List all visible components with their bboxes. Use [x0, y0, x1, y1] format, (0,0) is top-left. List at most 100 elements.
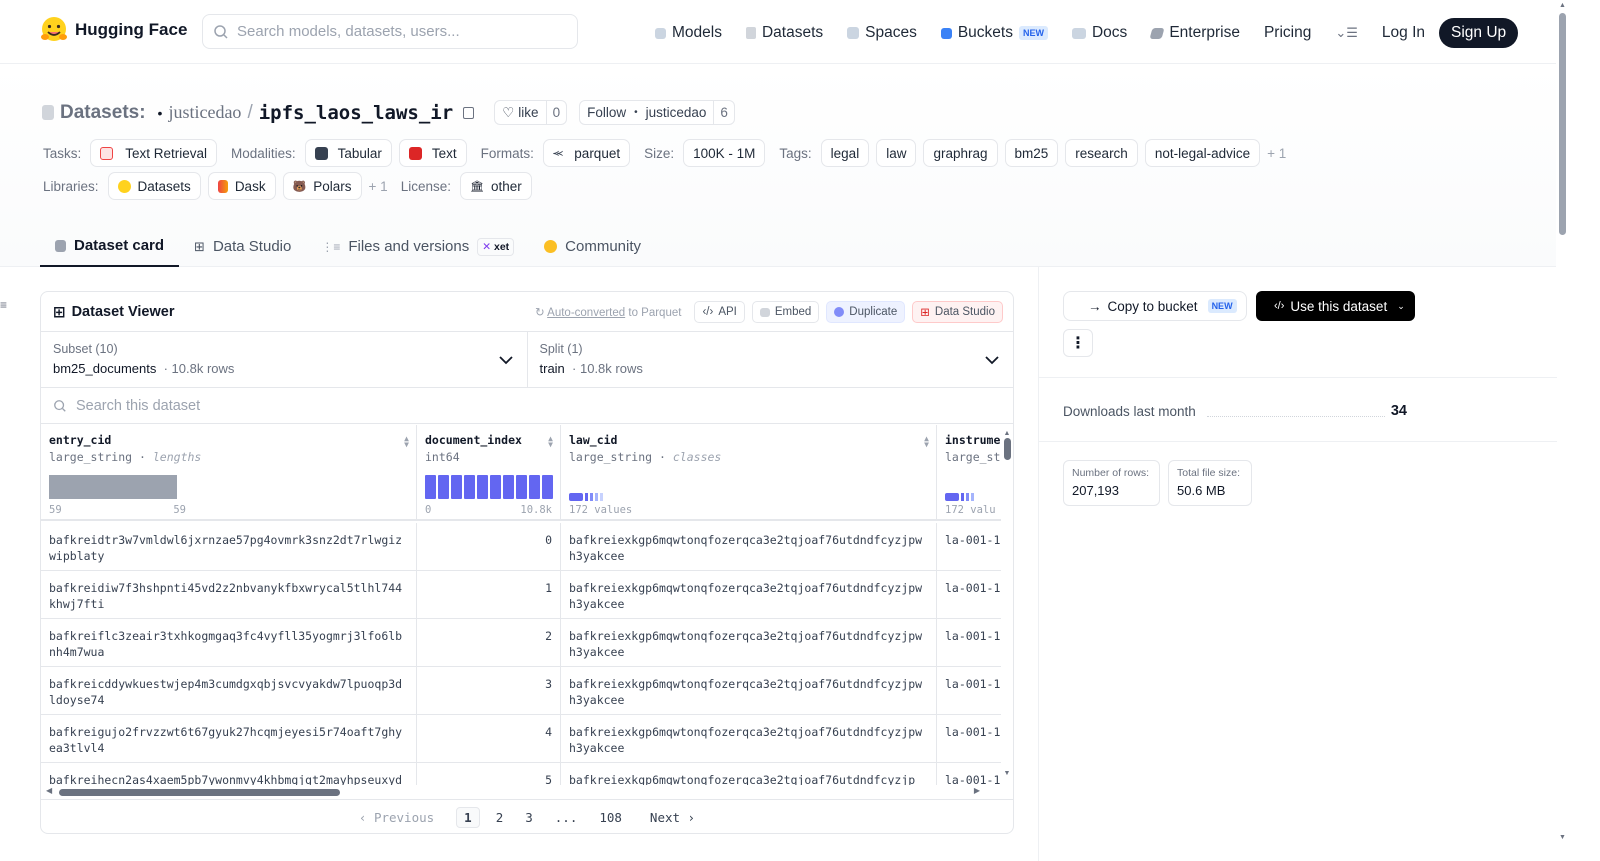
login-link[interactable]: Log In [1382, 24, 1425, 42]
cell-instrument[interactable]: la-001-1 [937, 571, 1001, 619]
cell-document-index[interactable]: 0 [417, 523, 561, 571]
cell-instrument[interactable]: la-001-1 [937, 619, 1001, 667]
cell-document-index[interactable]: 1 [417, 571, 561, 619]
sort-icon[interactable]: ▲ ▼ [548, 435, 553, 449]
cell-law-cid[interactable]: bafkreiexkgp6mqwtonqfozerqca3e2tqjoaf76u… [561, 667, 937, 715]
page-scrollbar[interactable]: ▲ ▼ [1557, 0, 1568, 861]
histogram-bar[interactable] [516, 475, 527, 499]
scroll-left-arrow[interactable]: ◀ [46, 786, 52, 795]
scroll-thumb[interactable] [1003, 438, 1011, 460]
license-tag[interactable]: 🏛 other [460, 172, 532, 200]
cell-entry-cid[interactable]: bafkreidtr3w7vmldwl6jxrnzae57pg4ovmrk3sn… [41, 523, 417, 571]
modality-tag-tabular[interactable]: Tabular [304, 139, 392, 167]
nav-enterprise[interactable]: Enterprise [1149, 24, 1240, 42]
histogram-bar[interactable] [503, 475, 514, 499]
histogram-bar[interactable] [542, 475, 553, 499]
embed-button[interactable]: Embed [751, 301, 820, 323]
more-menu-icon[interactable]: ⌄☰ [1335, 25, 1358, 41]
cell-document-index[interactable]: 3 [417, 667, 561, 715]
format-tag[interactable]: ⪻ parquet [542, 139, 631, 167]
cell-document-index[interactable]: 5 [417, 763, 561, 785]
follow-button[interactable]: Follow • justicedao 6 [579, 100, 735, 125]
cell-instrument[interactable]: la-001-1 [937, 763, 1001, 785]
scroll-down-arrow[interactable]: ▼ [1557, 834, 1568, 841]
cell-instrument[interactable]: la-001-1 [937, 667, 1001, 715]
cell-law-cid[interactable]: bafkreiexkgp6mqwtonqfozerqca3e2tqjoaf76u… [561, 571, 937, 619]
vertical-scrollbar[interactable]: ▲ ▼ [1001, 430, 1013, 785]
signup-button[interactable]: Sign Up [1439, 18, 1519, 48]
more-options-icon[interactable]: ⋮ [1063, 329, 1093, 357]
repo-name[interactable]: ipfs_laos_laws_ir [259, 102, 453, 124]
task-tag[interactable]: Text Retrieval [90, 139, 218, 167]
scroll-up-arrow[interactable]: ▲ [1557, 2, 1568, 9]
histogram-bar[interactable] [438, 475, 449, 499]
copy-icon[interactable] [463, 106, 475, 119]
cell-document-index[interactable]: 4 [417, 715, 561, 763]
api-button[interactable]: ‹/› API [694, 301, 745, 323]
auto-converted-link[interactable]: Auto-converted [547, 307, 625, 319]
use-this-dataset-button[interactable]: ‹/› Use this dataset ⌄ [1256, 291, 1415, 321]
size-tag[interactable]: 100K - 1M [683, 139, 766, 167]
class-distribution-bar[interactable] [569, 493, 603, 501]
global-search-input[interactable]: Search models, datasets, users... [202, 14, 578, 49]
page-1[interactable]: 1 [456, 807, 480, 828]
pagination-next[interactable]: Next › [650, 810, 695, 825]
column-header-entry-cid[interactable]: entry_cid large_string · lengths 59 59 ▲ ▼ [41, 425, 417, 521]
data-studio-button[interactable]: ⊞ Data Studio [912, 301, 1003, 323]
cell-entry-cid[interactable]: bafkreiflc3zeair3txhkogmgaq3fc4vyfll35yo… [41, 619, 417, 667]
cell-instrument[interactable]: la-001-1 [937, 523, 1001, 571]
histogram-bar[interactable] [464, 475, 475, 499]
tab-community[interactable]: Community [529, 226, 656, 267]
tab-dataset-card[interactable]: Dataset card [40, 226, 180, 267]
scroll-thumb[interactable] [59, 789, 340, 796]
tag-graphrag[interactable]: graphrag [923, 139, 998, 167]
tab-data-studio[interactable]: ⊞ Data Studio [179, 226, 306, 267]
tag-research[interactable]: research [1065, 139, 1138, 167]
collapse-toc-icon[interactable]: ≡ [0, 298, 7, 312]
cell-document-index[interactable]: 2 [417, 619, 561, 667]
cell-entry-cid[interactable]: bafkreicddywkuestwjep4m3cumdgxqbjsvcvyak… [41, 667, 417, 715]
tag-not-legal-advice[interactable]: not-legal-advice [1144, 139, 1261, 167]
histogram-bar[interactable] [490, 475, 501, 499]
nav-pricing[interactable]: Pricing [1264, 24, 1311, 42]
cell-law-cid[interactable]: bafkreiexkgp6mqwtonqfozerqca3e2tqjoaf76u… [561, 523, 937, 571]
tag-law[interactable]: law [876, 139, 917, 167]
split-select[interactable]: Split (1) train · 10.8k rows [526, 332, 1014, 387]
histogram-bar[interactable] [451, 475, 462, 499]
histogram-bar[interactable] [529, 475, 540, 499]
pagination-previous[interactable]: ‹ Previous [359, 810, 434, 825]
like-button[interactable]: ♡ like 0 [494, 100, 568, 125]
sort-icon[interactable]: ▲ ▼ [924, 435, 929, 449]
cell-law-cid[interactable]: bafkreiexkgp6mqwtonqfozerqca3e2tqjoaf76u… [561, 715, 937, 763]
duplicate-button[interactable]: Duplicate [826, 301, 906, 323]
nav-docs[interactable]: Docs [1071, 24, 1127, 42]
libraries-more[interactable]: + 1 [369, 179, 388, 194]
library-tag-datasets[interactable]: Datasets [107, 172, 201, 200]
cell-law-cid[interactable]: bafkreiexkgp6mqwtonqfozerqca3e2tqjoaf76u… [561, 763, 937, 785]
cell-entry-cid[interactable]: bafkreidiw7f3hshpnti45vd2z2nbvanykfbxwry… [41, 571, 417, 619]
page-last[interactable]: 108 [599, 810, 622, 825]
histogram-bar[interactable] [477, 475, 488, 499]
subset-select[interactable]: Subset (10) bm25_documents · 10.8k rows [41, 332, 527, 387]
column-header-instrument[interactable]: instrume large_st 172 valu [937, 425, 1001, 521]
horizontal-scrollbar[interactable]: ◀ ▶ [46, 786, 996, 799]
cell-instrument[interactable]: la-001-1 [937, 715, 1001, 763]
scroll-up-arrow[interactable]: ▲ [1001, 430, 1013, 437]
brand-logo[interactable]: Hugging Face [40, 16, 187, 44]
page-2[interactable]: 2 [496, 810, 504, 825]
sort-icon[interactable]: ▲ ▼ [404, 435, 409, 449]
repo-owner-link[interactable]: justicedao [168, 102, 241, 123]
copy-to-bucket-button[interactable]: → Copy to bucket NEW [1063, 291, 1247, 321]
tab-files-and-versions[interactable]: ⋮≡ Files and versions ✕ xet [306, 226, 529, 267]
page-scroll-thumb[interactable] [1559, 13, 1566, 235]
column-header-document-index[interactable]: document_index int64 0 10.8k ▲ ▼ [417, 425, 561, 521]
modality-tag-text[interactable]: Text [398, 139, 467, 167]
nav-models[interactable]: Models [655, 24, 722, 42]
scroll-down-arrow[interactable]: ▼ [1001, 770, 1013, 777]
class-distribution-bar[interactable] [945, 493, 974, 501]
nav-spaces[interactable]: Spaces [847, 24, 917, 42]
column-header-law-cid[interactable]: law_cid large_string · classes 172 value… [561, 425, 937, 521]
histogram[interactable] [425, 475, 553, 499]
library-tag-dask[interactable]: Dask [207, 172, 276, 200]
cell-law-cid[interactable]: bafkreiexkgp6mqwtonqfozerqca3e2tqjoaf76u… [561, 619, 937, 667]
